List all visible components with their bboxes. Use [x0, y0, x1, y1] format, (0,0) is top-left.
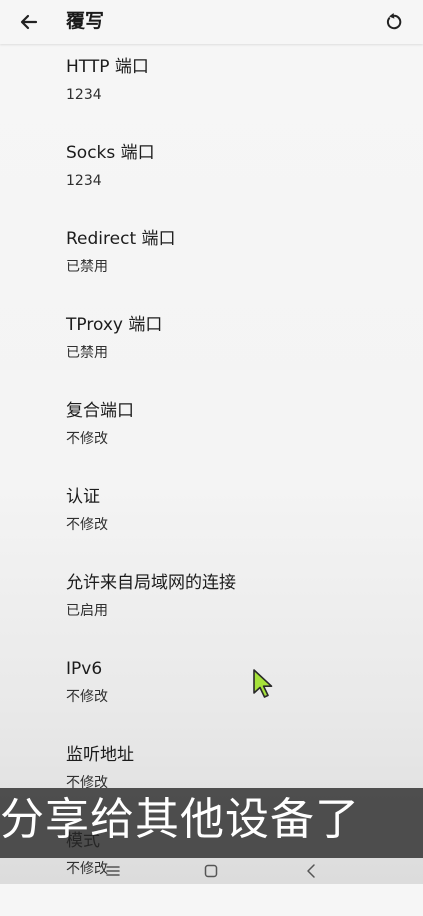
reset-icon [386, 13, 402, 30]
setting-label: TProxy 端口 [66, 315, 163, 335]
back-button[interactable] [14, 8, 44, 36]
setting-value: 已禁用 [66, 345, 108, 361]
arrow-left-icon [20, 14, 38, 30]
reset-button[interactable] [379, 8, 409, 36]
setting-value: 不修改 [66, 517, 108, 533]
setting-label: IPv6 [66, 659, 103, 679]
setting-mixed-port[interactable]: 复合端口 不修改 [0, 400, 423, 486]
setting-label: 复合端口 [66, 401, 134, 421]
setting-label: HTTP 端口 [66, 57, 149, 77]
menu-icon [106, 866, 120, 876]
setting-value: 1234 [66, 173, 102, 189]
setting-value: 1234 [66, 87, 102, 103]
setting-value: 已禁用 [66, 259, 108, 275]
subtitle-text: 分享给其他设备了 [0, 794, 360, 845]
setting-socks-port[interactable]: Socks 端口 1234 [0, 142, 423, 228]
setting-allow-lan[interactable]: 允许来自局域网的连接 已启用 [0, 572, 423, 658]
setting-tproxy-port[interactable]: TProxy 端口 已禁用 [0, 314, 423, 400]
setting-value: 不修改 [66, 689, 108, 705]
setting-http-port[interactable]: HTTP 端口 1234 [0, 56, 423, 142]
setting-label: Redirect 端口 [66, 229, 176, 249]
system-navigation-bar [0, 858, 423, 884]
system-back-button[interactable] [299, 860, 323, 882]
subtitle-overlay: 分享给其他设备了 [0, 788, 423, 858]
setting-label: 监听地址 [66, 745, 134, 765]
home-icon [204, 864, 218, 878]
pointer-cursor-icon [253, 669, 273, 698]
top-app-bar: 覆写 [0, 0, 423, 44]
back-chevron-icon [307, 864, 315, 878]
page-title: 覆写 [66, 10, 105, 32]
setting-value: 不修改 [66, 431, 108, 447]
setting-redirect-port[interactable]: Redirect 端口 已禁用 [0, 228, 423, 314]
setting-label: Socks 端口 [66, 143, 155, 163]
setting-label: 允许来自局域网的连接 [66, 573, 236, 593]
setting-value: 已启用 [66, 603, 108, 619]
home-button[interactable] [199, 860, 223, 882]
setting-label: 认证 [66, 487, 100, 507]
setting-authentication[interactable]: 认证 不修改 [0, 486, 423, 572]
recents-button[interactable] [101, 860, 125, 882]
setting-ipv6[interactable]: IPv6 不修改 [0, 658, 423, 744]
